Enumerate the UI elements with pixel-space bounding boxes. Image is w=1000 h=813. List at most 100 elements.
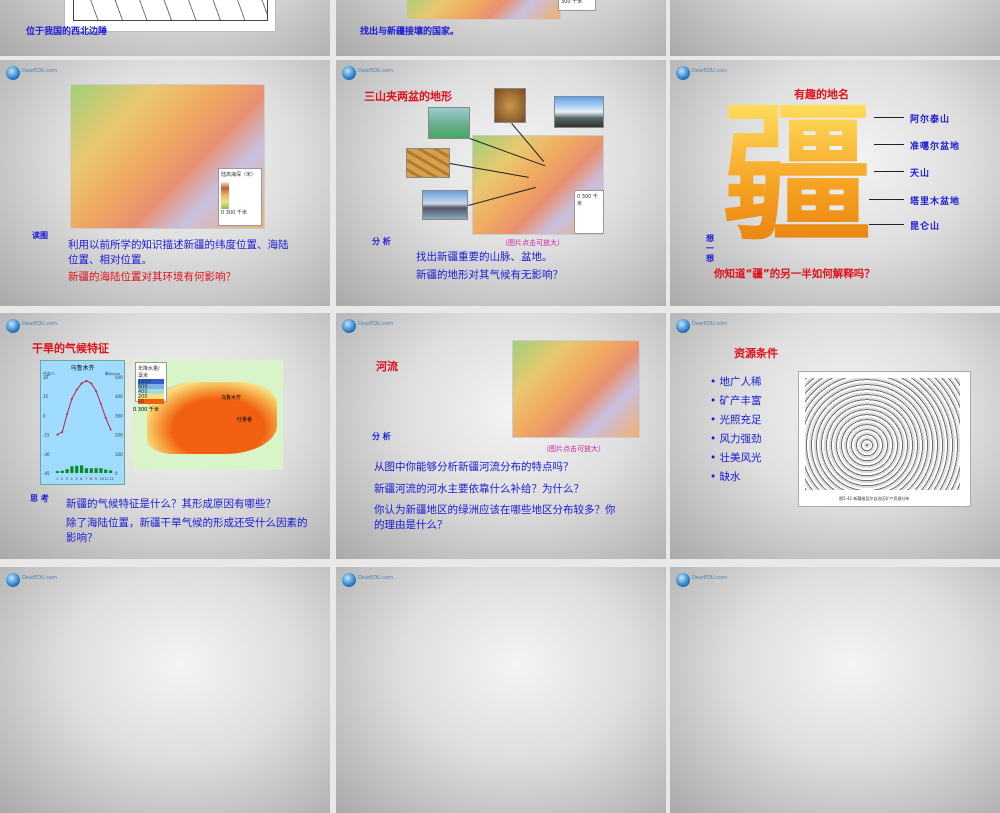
arrow-line: [874, 171, 904, 172]
temperature-point: [80, 382, 83, 385]
desert-photo[interactable]: [494, 88, 526, 123]
chart-plot: 30150-15-30-4550040030020010001 2 3 4 5 6 7 8 9 1…: [43, 371, 123, 481]
mineral-resources-map: 图5-42 新疆维吾尔自治区矿产资源分布: [798, 371, 971, 507]
temperature-point: [104, 416, 107, 419]
logo: DearEDU.com: [676, 319, 736, 333]
y-tick-right: 400: [115, 394, 123, 399]
slide-thumbnail-8[interactable]: DearEDU.com 河流 分 析 （图片点击可放大） 从图中你能够分析新疆河…: [336, 313, 666, 559]
question-text: 新疆河流的河水主要依靠什么补给？为什么？: [374, 483, 584, 495]
temperature-point: [56, 433, 59, 436]
x-tick: 10: [100, 477, 104, 481]
slide-thumbnail-2[interactable]: 300 千米 找出与新疆接壤的国家。: [336, 0, 666, 56]
river-map[interactable]: [512, 340, 640, 438]
y-tick-left: -45: [43, 471, 50, 476]
climate-chart: 乌鲁木齐 30 15 0 -15 -30 -45 500 400 300 200 100 0 1 2 3 4 5…: [40, 360, 125, 485]
precip-bar: [104, 469, 108, 473]
place-name: 昆仑山: [910, 222, 941, 232]
list-item: • 光照充足: [710, 414, 762, 426]
slide-title: 三山夹两盆的地形: [364, 90, 452, 103]
precip-bar: [94, 468, 98, 473]
question-text: 你知道“疆”的另一半如何解释吗？: [714, 268, 875, 280]
temperature-point: [66, 413, 69, 416]
place-name: 准噶尔盆地: [910, 142, 961, 152]
x-tick: 7: [85, 477, 87, 481]
x-tick: 3: [66, 477, 68, 481]
snow-mountain-photo[interactable]: [554, 96, 604, 128]
slide-caption: 找出与新疆接壤的国家。: [360, 27, 460, 37]
place-name: 阿尔泰山: [910, 115, 951, 125]
question-text: 从图中你能够分析新疆河流分布的特点吗？: [374, 461, 574, 473]
mountain-photo[interactable]: [428, 107, 470, 139]
precip-bar: [99, 468, 103, 473]
question-text: 新疆的气候特征是什么？其形成原因有哪些？: [66, 498, 276, 510]
slide-thumbnail-1[interactable]: 位于我国的西北边陲: [0, 0, 330, 56]
slide-thumbnail-12[interactable]: DearEDU.com: [670, 567, 1000, 813]
x-tick: 9: [95, 477, 97, 481]
temperature-point: [85, 379, 88, 382]
logo: DearEDU.com: [342, 319, 402, 333]
x-tick: 2: [61, 477, 63, 481]
arrow-line: [869, 199, 904, 200]
logo: DearEDU.com: [676, 573, 736, 587]
arrow-line: [869, 224, 904, 225]
side-label: 思 考: [30, 494, 49, 503]
slide-thumbnail-11[interactable]: DearEDU.com: [336, 567, 666, 813]
slide-thumbnail-10[interactable]: DearEDU.com: [0, 567, 330, 813]
map-legend: 陆高海深（米） 0 300 千米: [218, 168, 262, 226]
y-tick-left: -30: [43, 452, 50, 457]
side-label: 分 析: [372, 432, 391, 441]
y-tick-left: -15: [43, 433, 50, 438]
temperature-point: [109, 428, 112, 431]
list-item: • 风力强劲: [710, 433, 762, 445]
enlarge-hint: （图片点击可放大）: [501, 239, 564, 247]
logo: DearEDU.com: [342, 573, 402, 587]
scale-bar: 0 300 千米: [133, 407, 159, 413]
y-tick-right: 100: [115, 452, 123, 457]
question-text: 利用以前所学的知识描述新疆的纬度位置、海陆位置、相对位置。: [68, 239, 289, 266]
y-tick-right: 300: [115, 413, 123, 418]
x-tick: 8: [90, 477, 92, 481]
slide-title: 干旱的气候特征: [32, 342, 109, 355]
map-legend: 0 300 千米: [574, 190, 604, 234]
slide-thumbnail-6[interactable]: DearEDU.com 有趣的地名 疆 阿尔泰山 准噶尔盆地 天山 塔里木盆地 …: [670, 60, 1000, 306]
slide-thumbnail-9[interactable]: DearEDU.com 资源条件 • 地广人稀 • 矿产丰富 • 光照充足 • …: [670, 313, 1000, 559]
place-name: 天山: [910, 169, 931, 179]
precip-legend: 年降水量/毫米 1600 800 400 200 50: [135, 362, 167, 405]
list-item: • 地广人稀: [710, 376, 762, 388]
scale-bar: 300 千米: [558, 0, 596, 11]
logo: DearEDU.com: [342, 66, 402, 80]
question-text: 找出新疆重要的山脉、盆地。: [416, 251, 553, 263]
slide-title: 资源条件: [734, 347, 778, 360]
jiang-character-graphic: 疆: [722, 87, 873, 263]
temperature-point: [90, 382, 93, 385]
slide-thumbnail-5[interactable]: DearEDU.com 三山夹两盆的地形 0 300 千米 分 析 （图片点击可…: [336, 60, 666, 306]
list-item: • 缺水: [710, 471, 741, 483]
map-caption: 图5-42 新疆维吾尔自治区矿产资源分布: [839, 496, 910, 501]
x-tick: 5: [75, 477, 77, 481]
slide-thumbnail-4[interactable]: DearEDU.com 陆高海深（米） 0 300 千米 读图 利用以前所学的知…: [0, 60, 330, 306]
slide-thumbnail-7[interactable]: DearEDU.com 干旱的气候特征 乌鲁木齐 30 15 0 -15 -30 -45 5…: [0, 313, 330, 559]
precip-bar: [89, 468, 93, 473]
precip-bar: [108, 470, 113, 473]
y-tick-right: 200: [115, 433, 123, 438]
logo: DearEDU.com: [6, 319, 66, 333]
place-name: 塔里木盆地: [910, 197, 961, 207]
list-item: • 壮美风光: [710, 452, 762, 464]
x-tick: 4: [71, 477, 74, 481]
precip-bar: [84, 468, 89, 473]
lake-photo[interactable]: [422, 190, 468, 220]
enlarge-hint: （图片点击可放大）: [542, 445, 605, 453]
precip-bar: [70, 466, 74, 473]
precip-bar: [79, 465, 84, 473]
temperature-line: [57, 380, 112, 436]
resource-list: • 地广人稀 • 矿产丰富 • 光照充足 • 风力强劲 • 壮美风光 • 缺水: [710, 373, 762, 487]
side-label: 读图: [32, 231, 48, 240]
arrow-line: [874, 117, 904, 118]
y-tick-left: 0: [43, 413, 46, 418]
logo: DearEDU.com: [6, 573, 66, 587]
logo: DearEDU.com: [6, 66, 66, 80]
slide-thumbnail-3[interactable]: [670, 0, 1000, 56]
dunes-photo[interactable]: [406, 148, 450, 178]
temperature-point: [75, 388, 78, 391]
y-axis-label-right: 降水/mm: [105, 371, 121, 376]
